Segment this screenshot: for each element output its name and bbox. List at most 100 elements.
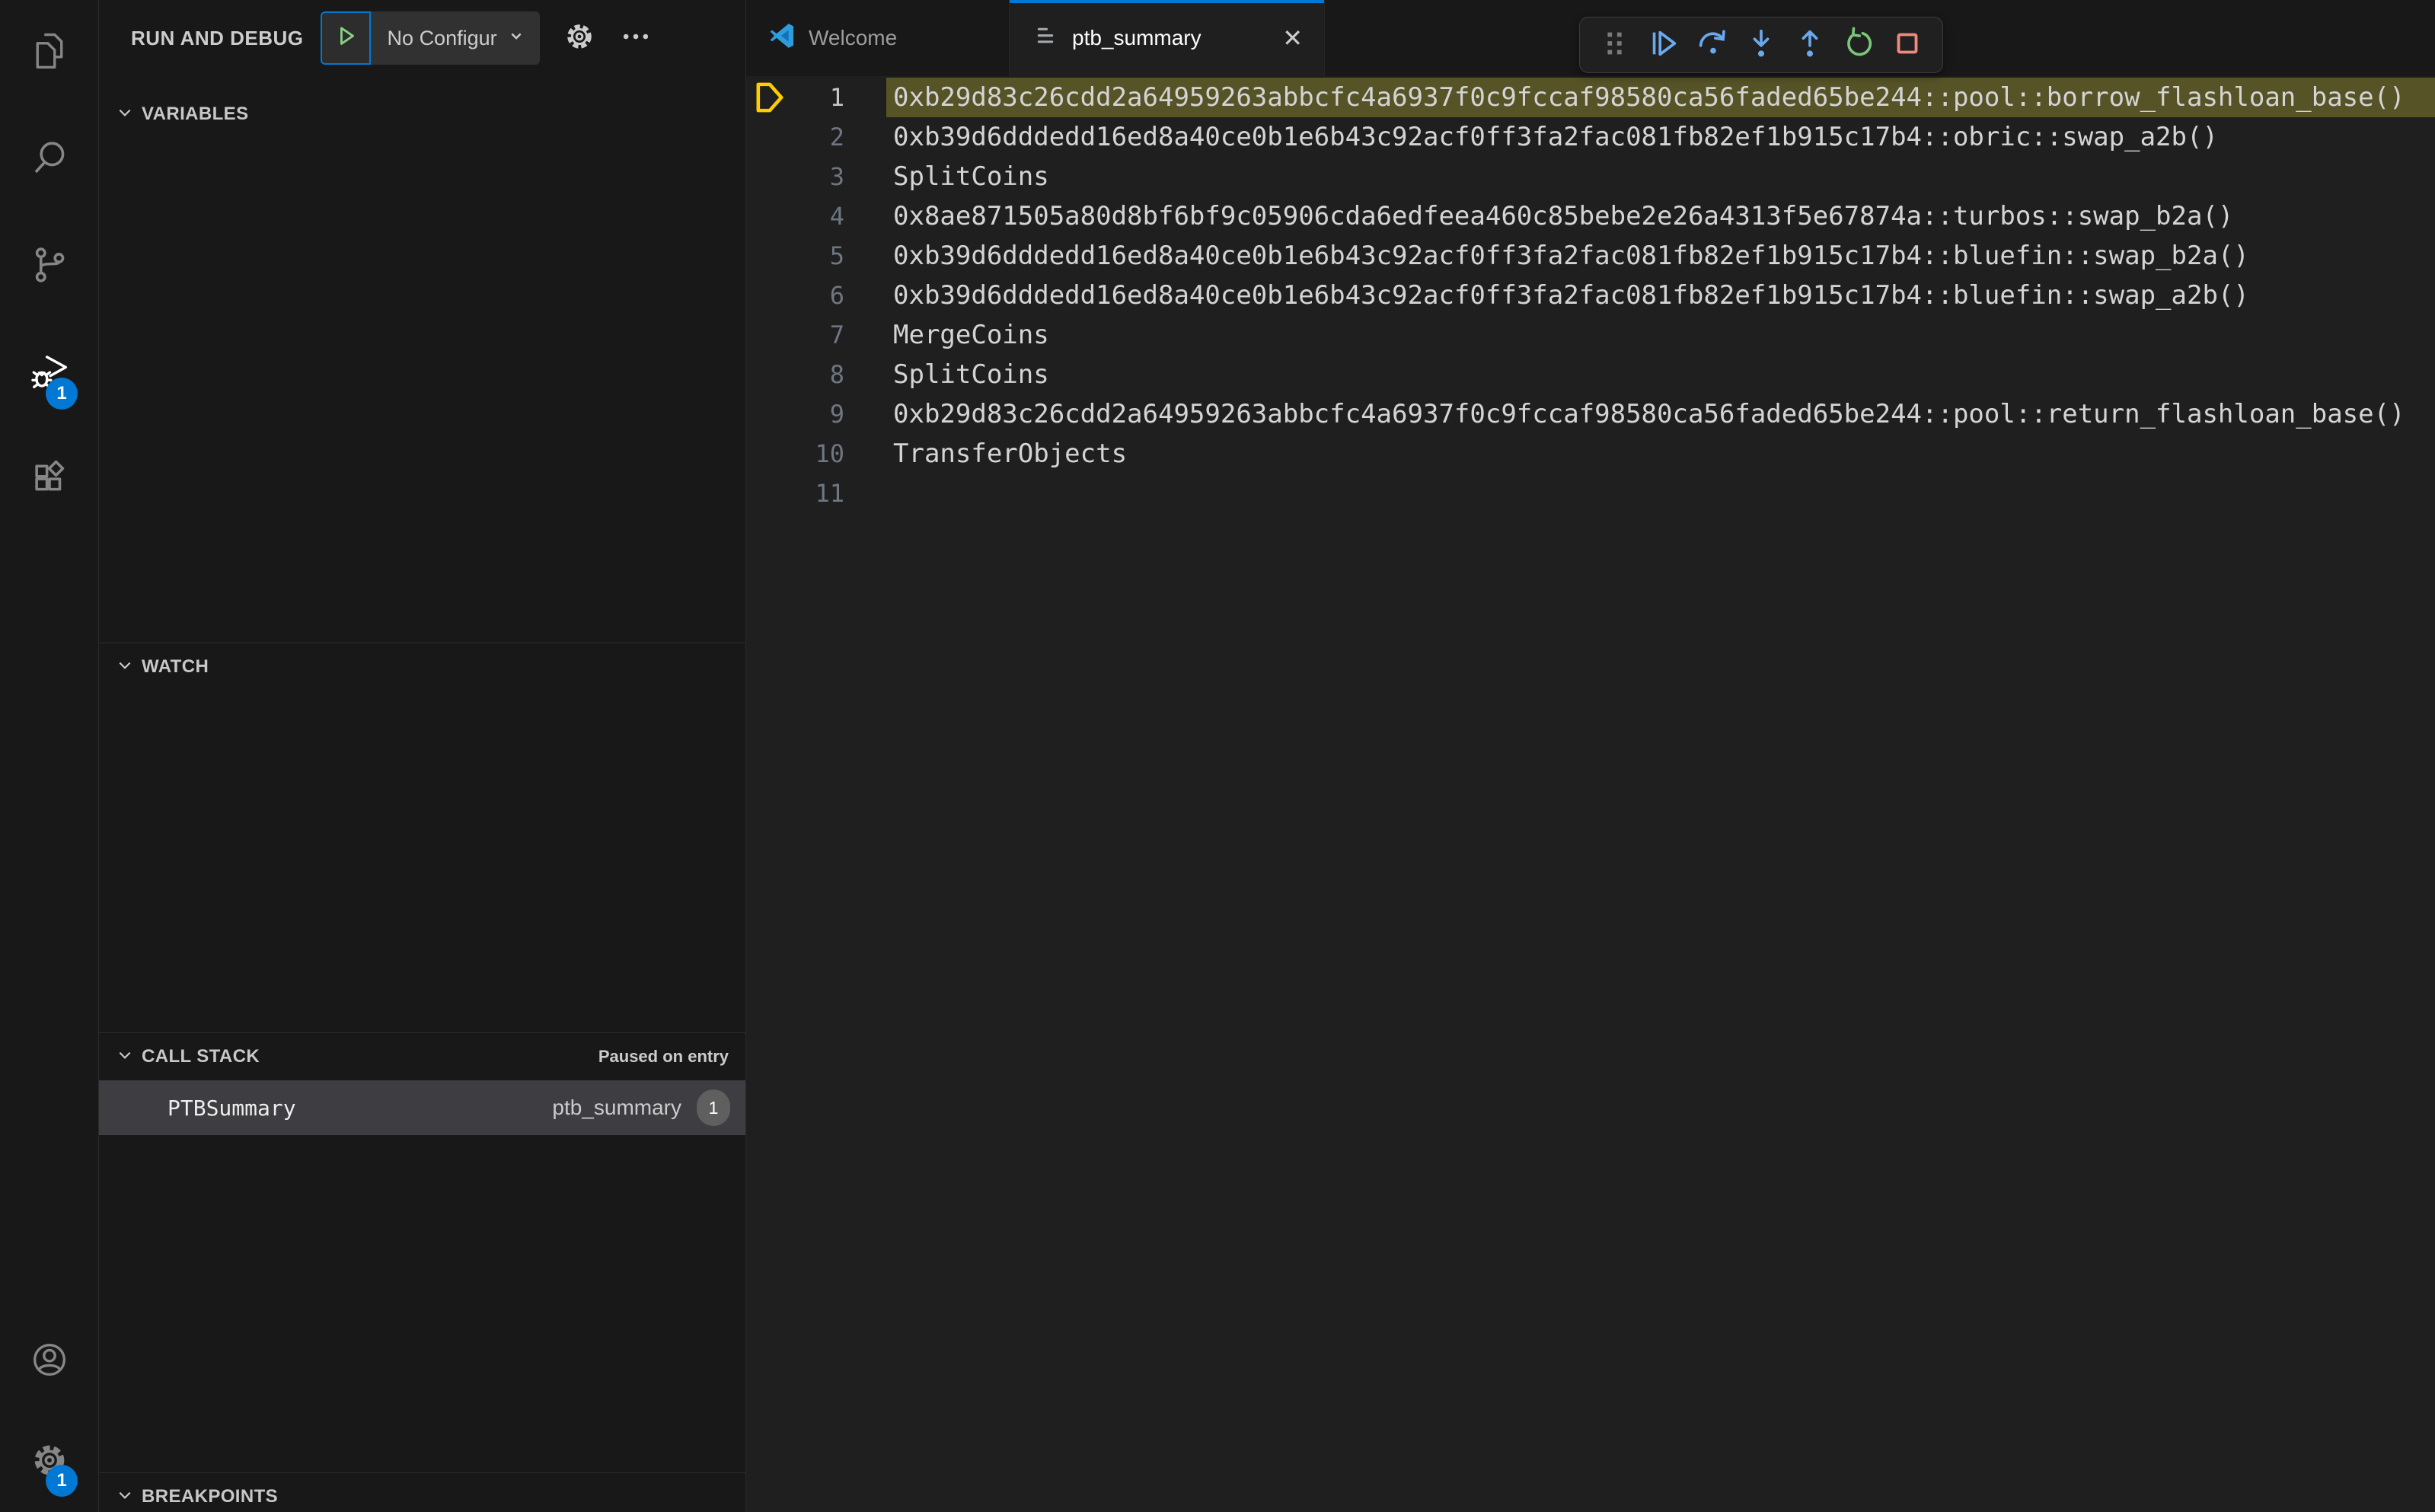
code-text[interactable] [886,474,2435,513]
code-text[interactable]: TransferObjects [886,434,2435,474]
search-icon [29,138,70,183]
code-text[interactable]: 0xb29d83c26cdd2a64959263abbcfc4a6937f0c9… [886,78,2435,117]
views-more-actions-button[interactable] [619,20,653,57]
code-line[interactable]: 6 0xb39d6dddedd16ed8a40ce0b1e6b43c92acf0f… [746,276,2435,315]
step-over-icon [1695,26,1730,65]
breakpoint-gutter[interactable] [746,236,784,276]
editor-gutter[interactable]: 3 [746,157,886,196]
breakpoints-section: BREAKPOINTS [99,1472,745,1512]
chevron-down-icon [113,653,137,681]
code-text[interactable]: SplitCoins [886,157,2435,196]
code-line[interactable]: 4 0x8ae871505a80d8bf6bf9c05906cda6edfeea4… [746,196,2435,236]
code-text[interactable]: 0xb39d6dddedd16ed8a40ce0b1e6b43c92acf0ff… [886,236,2435,276]
variables-section-header[interactable]: VARIABLES [99,76,745,137]
step-out-button[interactable] [1786,22,1834,68]
tab-welcome-label: Welcome [809,26,898,49]
breakpoint-gutter[interactable] [746,315,784,355]
watch-section-label: WATCH [142,656,209,677]
activity-extensions[interactable] [0,426,98,533]
current-line-arrow-icon[interactable] [746,78,784,117]
debug-toolbar [1579,17,1943,73]
close-icon[interactable]: ✕ [1282,26,1303,50]
editor-gutter[interactable]: 5 [746,236,886,276]
activity-run-and-debug[interactable]: 1 [0,320,98,426]
activity-search[interactable] [0,107,98,213]
call-stack-section-label: CALL STACK [142,1046,260,1067]
code-line[interactable]: 5 0xb39d6dddedd16ed8a40ce0b1e6b43c92acf0f… [746,236,2435,276]
activity-settings[interactable]: 1 [0,1412,98,1512]
continue-button[interactable] [1639,22,1688,68]
tab-ptb-summary[interactable]: ptb_summary ✕ [1010,0,1325,76]
sidebar-title: RUN AND DEBUG [131,26,304,49]
editor-gutter[interactable]: 9 [746,394,886,434]
step-into-button[interactable] [1737,22,1786,68]
activity-explorer[interactable] [0,0,98,107]
tab-ptb-summary-label: ptb_summary [1072,26,1202,49]
breakpoint-gutter[interactable] [746,276,784,315]
code-text[interactable]: 0xb39d6dddedd16ed8a40ce0b1e6b43c92acf0ff… [886,117,2435,157]
breakpoint-gutter[interactable] [746,355,784,394]
settings-badge: 1 [46,1465,78,1497]
breakpoint-gutter[interactable] [746,394,784,434]
restart-icon [1841,26,1876,65]
debug-configuration-label: No Configur [387,26,497,49]
breakpoint-gutter[interactable] [746,157,784,196]
line-number: 11 [815,479,844,508]
chevron-down-icon [113,1043,137,1071]
code-text[interactable]: MergeCoins [886,315,2435,355]
chevron-down-icon [113,1483,137,1511]
editor-gutter[interactable]: 6 [746,276,886,315]
call-stack-section-header[interactable]: CALL STACK Paused on entry [99,1033,745,1080]
activity-bar: 1 1 [0,0,99,1512]
line-number: 5 [829,241,844,270]
code-line[interactable]: 7 MergeCoins [746,315,2435,355]
grip-dots-icon [1597,26,1632,65]
code-text[interactable]: 0xb39d6dddedd16ed8a40ce0b1e6b43c92acf0ff… [886,276,2435,315]
editor-gutter[interactable]: 4 [746,196,886,236]
breakpoint-gutter[interactable] [746,434,784,474]
toolbar-drag-handle[interactable] [1591,22,1639,68]
stack-frame-badge: 1 [697,1089,730,1126]
breakpoint-gutter[interactable] [746,117,784,157]
code-line[interactable]: 10 TransferObjects [746,434,2435,474]
step-over-button[interactable] [1688,22,1737,68]
debug-badge: 1 [46,378,78,410]
chevron-down-icon [113,100,137,129]
code-text[interactable]: SplitCoins [886,355,2435,394]
activity-accounts[interactable] [0,1311,98,1412]
restart-button[interactable] [1834,22,1883,68]
tab-welcome[interactable]: Welcome [746,0,1010,76]
code-line[interactable]: 3 SplitCoins [746,157,2435,196]
call-stack-frame-row[interactable]: PTBSummary ptb_summary 1 [99,1080,745,1135]
code-line[interactable]: 1 0xb29d83c26cdd2a64959263abbcfc4a6937f0c… [746,78,2435,117]
start-debugging-button[interactable] [320,11,371,65]
editor-gutter[interactable]: 8 [746,355,886,394]
code-line[interactable]: 8 SplitCoins [746,355,2435,394]
editor-gutter[interactable]: 2 [746,117,886,157]
chevron-down-icon [505,24,528,53]
watch-section-header[interactable]: WATCH [99,643,745,691]
editor-gutter[interactable]: 11 [746,474,886,513]
editor-content[interactable]: 1 0xb29d83c26cdd2a64959263abbcfc4a6937f0c… [746,76,2435,1512]
activity-source-control[interactable] [0,213,98,320]
debug-configuration-dropdown[interactable]: No Configur [370,11,540,65]
code-text[interactable]: 0x8ae871505a80d8bf6bf9c05906cda6edfeea46… [886,196,2435,236]
breakpoints-section-header[interactable]: BREAKPOINTS [99,1473,745,1512]
breakpoints-section-label: BREAKPOINTS [142,1486,279,1507]
start-debugging-split-button: No Configur [320,11,540,65]
editor-gutter[interactable]: 10 [746,434,886,474]
code-line[interactable]: 11 [746,474,2435,513]
stop-button[interactable] [1883,22,1932,68]
variables-section: VARIABLES [99,76,745,643]
editor-lines: 1 0xb29d83c26cdd2a64959263abbcfc4a6937f0c… [746,78,2435,513]
editor-gutter[interactable]: 1 [746,78,886,117]
code-text[interactable]: 0xb29d83c26cdd2a64959263abbcfc4a6937f0c9… [886,394,2435,434]
activity-bar-bottom: 1 [0,1311,98,1512]
line-number: 8 [829,360,844,389]
breakpoint-gutter[interactable] [746,196,784,236]
code-line[interactable]: 2 0xb39d6dddedd16ed8a40ce0b1e6b43c92acf0f… [746,117,2435,157]
code-line[interactable]: 9 0xb29d83c26cdd2a64959263abbcfc4a6937f0c… [746,394,2435,434]
editor-gutter[interactable]: 7 [746,315,886,355]
debug-settings-gear-button[interactable] [563,20,596,57]
breakpoint-gutter[interactable] [746,474,784,513]
